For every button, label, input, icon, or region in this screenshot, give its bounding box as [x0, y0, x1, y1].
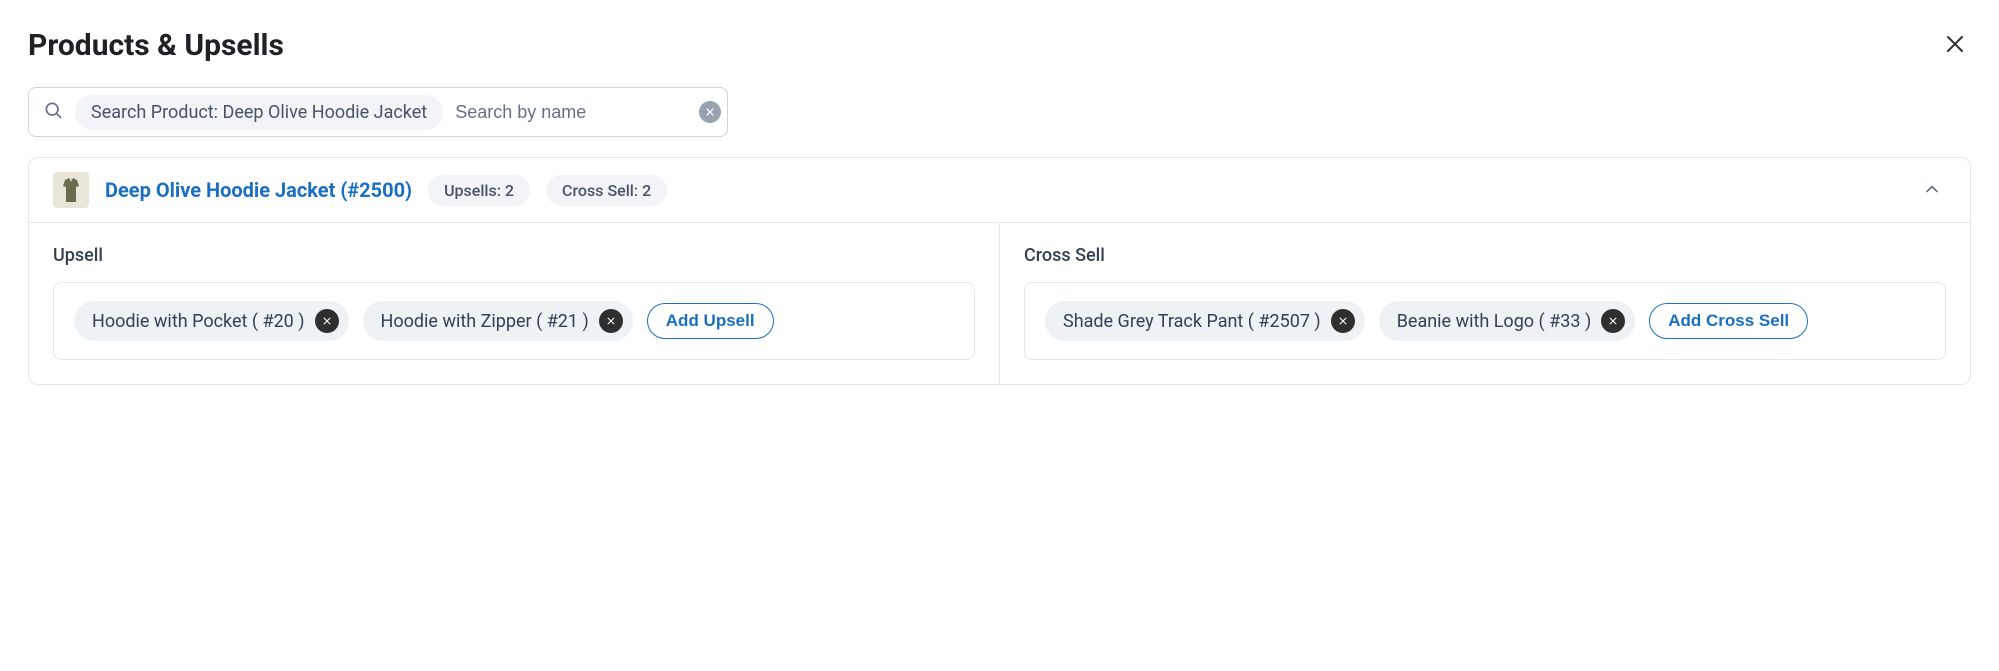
remove-upsell-button[interactable] — [315, 309, 339, 333]
crosssell-count-badge: Cross Sell: 2 — [546, 175, 667, 206]
search-bar[interactable]: Search Product: Deep Olive Hoodie Jacket — [28, 87, 728, 137]
chevron-up-icon — [1922, 187, 1942, 202]
upsell-title: Upsell — [53, 245, 975, 266]
search-input[interactable] — [455, 102, 687, 123]
crosssell-tag: Beanie with Logo ( #33 ) — [1379, 301, 1636, 341]
crosssell-tag-box: Shade Grey Track Pant ( #2507 ) Beanie w… — [1024, 282, 1946, 360]
close-button[interactable] — [1939, 28, 1971, 63]
remove-crosssell-button[interactable] — [1601, 309, 1625, 333]
upsell-panel: Upsell Hoodie with Pocket ( #20 ) Hoodie… — [29, 223, 999, 384]
upsell-tag: Hoodie with Zipper ( #21 ) — [363, 301, 633, 341]
add-crosssell-button[interactable]: Add Cross Sell — [1649, 303, 1808, 339]
product-thumbnail — [53, 172, 89, 208]
remove-upsell-button[interactable] — [599, 309, 623, 333]
crosssell-title: Cross Sell — [1024, 245, 1946, 266]
remove-crosssell-button[interactable] — [1331, 309, 1355, 333]
add-upsell-button[interactable]: Add Upsell — [647, 303, 774, 339]
product-link[interactable]: Deep Olive Hoodie Jacket (#2500) — [105, 178, 412, 202]
search-chip[interactable]: Search Product: Deep Olive Hoodie Jacket — [75, 95, 443, 130]
upsell-tag: Hoodie with Pocket ( #20 ) — [74, 301, 349, 341]
close-icon — [1943, 32, 1967, 59]
clear-search-button[interactable] — [699, 101, 721, 123]
crosssell-tag: Shade Grey Track Pant ( #2507 ) — [1045, 301, 1365, 341]
upsells-count-badge: Upsells: 2 — [428, 175, 530, 206]
crosssell-panel: Cross Sell Shade Grey Track Pant ( #2507… — [999, 223, 1970, 384]
product-header-row: Deep Olive Hoodie Jacket (#2500) Upsells… — [29, 158, 1970, 222]
page-title: Products & Upsells — [28, 28, 284, 63]
clear-icon — [699, 101, 721, 123]
collapse-toggle[interactable] — [1918, 175, 1946, 206]
crosssell-tag-label: Shade Grey Track Pant ( #2507 ) — [1063, 311, 1321, 332]
search-icon — [43, 100, 63, 124]
product-card: Deep Olive Hoodie Jacket (#2500) Upsells… — [28, 157, 1971, 385]
upsell-tag-label: Hoodie with Zipper ( #21 ) — [381, 311, 589, 332]
upsell-tag-box: Hoodie with Pocket ( #20 ) Hoodie with Z… — [53, 282, 975, 360]
crosssell-tag-label: Beanie with Logo ( #33 ) — [1397, 311, 1592, 332]
upsell-tag-label: Hoodie with Pocket ( #20 ) — [92, 311, 305, 332]
